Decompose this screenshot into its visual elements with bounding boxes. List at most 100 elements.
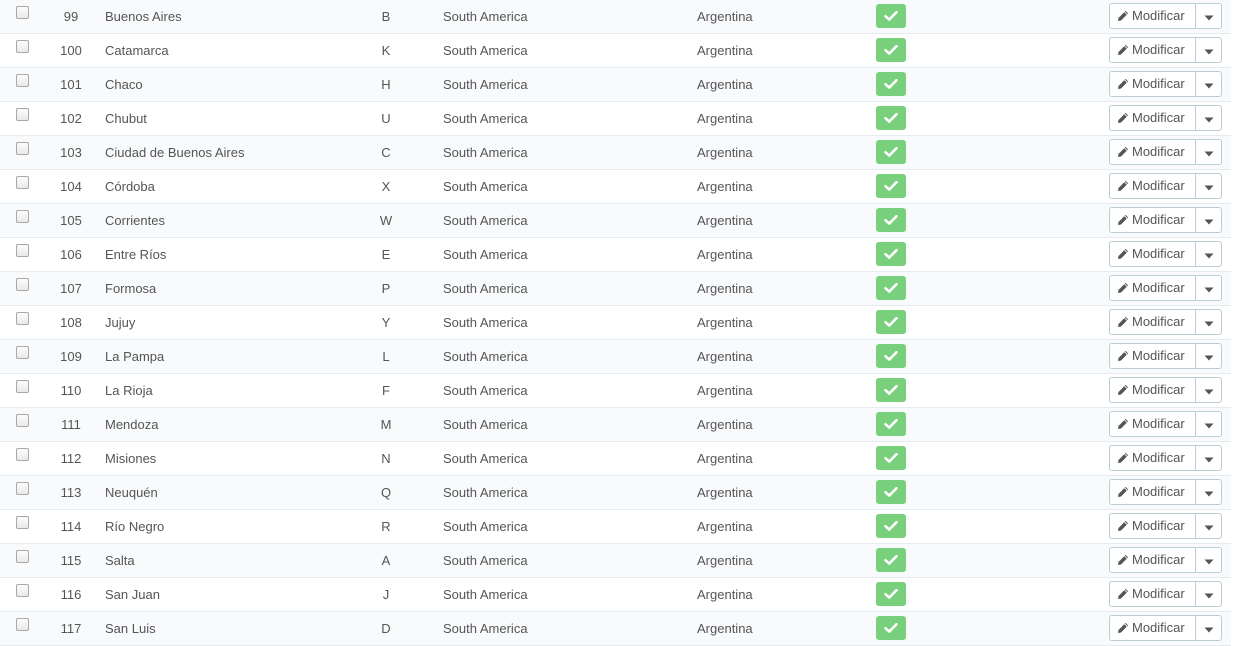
action-button-group: Modificar <box>1109 241 1222 267</box>
edit-button[interactable]: Modificar <box>1109 445 1196 471</box>
row-actions-dropdown[interactable] <box>1195 275 1222 301</box>
row-select[interactable] <box>16 136 30 169</box>
row-select[interactable] <box>16 306 30 339</box>
row-actions-dropdown[interactable] <box>1195 445 1222 471</box>
edit-button[interactable]: Modificar <box>1109 139 1196 165</box>
row-checkbox[interactable] <box>16 482 29 495</box>
edit-button[interactable]: Modificar <box>1109 37 1196 63</box>
status-toggle[interactable] <box>876 616 906 640</box>
edit-button[interactable]: Modificar <box>1109 581 1196 607</box>
status-toggle[interactable] <box>876 242 906 266</box>
row-select[interactable] <box>16 510 30 543</box>
status-toggle[interactable] <box>876 276 906 300</box>
row-select[interactable] <box>16 476 30 509</box>
row-checkbox[interactable] <box>16 210 29 223</box>
row-select[interactable] <box>16 374 30 407</box>
row-checkbox[interactable] <box>16 414 29 427</box>
row-select[interactable] <box>16 408 30 441</box>
row-actions-dropdown[interactable] <box>1195 615 1222 641</box>
pencil-icon <box>1117 180 1129 192</box>
row-select[interactable] <box>16 272 30 305</box>
row-checkbox[interactable] <box>16 618 29 631</box>
row-select[interactable] <box>16 170 30 203</box>
row-actions-dropdown[interactable] <box>1195 37 1222 63</box>
row-actions-dropdown[interactable] <box>1195 3 1222 29</box>
row-checkbox[interactable] <box>16 142 29 155</box>
status-toggle[interactable] <box>876 106 906 130</box>
row-actions-dropdown[interactable] <box>1195 241 1222 267</box>
row-actions-dropdown[interactable] <box>1195 411 1222 437</box>
edit-button[interactable]: Modificar <box>1109 343 1196 369</box>
row-checkbox[interactable] <box>16 40 29 53</box>
status-toggle[interactable] <box>876 514 906 538</box>
status-toggle[interactable] <box>876 174 906 198</box>
status-toggle[interactable] <box>876 344 906 368</box>
edit-button[interactable]: Modificar <box>1109 71 1196 97</box>
status-toggle[interactable] <box>876 310 906 334</box>
row-checkbox[interactable] <box>16 6 29 19</box>
row-actions-dropdown[interactable] <box>1195 71 1222 97</box>
row-select[interactable] <box>16 34 30 67</box>
row-checkbox[interactable] <box>16 584 29 597</box>
row-checkbox[interactable] <box>16 312 29 325</box>
status-toggle[interactable] <box>876 378 906 402</box>
row-checkbox[interactable] <box>16 244 29 257</box>
edit-button[interactable]: Modificar <box>1109 377 1196 403</box>
status-toggle[interactable] <box>876 446 906 470</box>
edit-button[interactable]: Modificar <box>1109 479 1196 505</box>
row-actions-dropdown[interactable] <box>1195 581 1222 607</box>
row-actions-dropdown[interactable] <box>1195 309 1222 335</box>
row-checkbox[interactable] <box>16 550 29 563</box>
edit-button[interactable]: Modificar <box>1109 615 1196 641</box>
state-name: Córdoba <box>105 179 155 194</box>
row-actions-dropdown[interactable] <box>1195 513 1222 539</box>
status-toggle[interactable] <box>876 72 906 96</box>
edit-button[interactable]: Modificar <box>1109 411 1196 437</box>
row-select[interactable] <box>16 68 30 101</box>
status-toggle[interactable] <box>876 480 906 504</box>
status-toggle[interactable] <box>876 412 906 436</box>
row-actions-dropdown[interactable] <box>1195 547 1222 573</box>
edit-button[interactable]: Modificar <box>1109 547 1196 573</box>
row-select[interactable] <box>16 0 30 33</box>
row-actions-dropdown[interactable] <box>1195 343 1222 369</box>
row-select[interactable] <box>16 544 30 577</box>
row-select[interactable] <box>16 204 30 237</box>
row-actions-dropdown[interactable] <box>1195 377 1222 403</box>
edit-button[interactable]: Modificar <box>1109 207 1196 233</box>
row-actions-dropdown[interactable] <box>1195 479 1222 505</box>
edit-button[interactable]: Modificar <box>1109 173 1196 199</box>
row-select[interactable] <box>16 578 30 611</box>
status-toggle[interactable] <box>876 548 906 572</box>
row-actions-dropdown[interactable] <box>1195 207 1222 233</box>
row-checkbox[interactable] <box>16 108 29 121</box>
row-actions-dropdown[interactable] <box>1195 139 1222 165</box>
edit-button[interactable]: Modificar <box>1109 105 1196 131</box>
row-checkbox[interactable] <box>16 516 29 529</box>
row-actions-dropdown[interactable] <box>1195 173 1222 199</box>
row-actions: Modificar <box>1109 34 1223 67</box>
pencil-icon <box>1117 214 1129 226</box>
row-select[interactable] <box>16 102 30 135</box>
row-select[interactable] <box>16 340 30 373</box>
status-toggle[interactable] <box>876 38 906 62</box>
status-toggle[interactable] <box>876 4 906 28</box>
edit-button[interactable]: Modificar <box>1109 241 1196 267</box>
status-toggle[interactable] <box>876 582 906 606</box>
row-select[interactable] <box>16 612 30 645</box>
row-checkbox[interactable] <box>16 176 29 189</box>
row-select[interactable] <box>16 238 30 271</box>
row-checkbox[interactable] <box>16 74 29 87</box>
row-checkbox[interactable] <box>16 346 29 359</box>
edit-button[interactable]: Modificar <box>1109 275 1196 301</box>
edit-button[interactable]: Modificar <box>1109 3 1196 29</box>
edit-button[interactable]: Modificar <box>1109 309 1196 335</box>
row-checkbox[interactable] <box>16 278 29 291</box>
row-select[interactable] <box>16 442 30 475</box>
row-checkbox[interactable] <box>16 448 29 461</box>
row-actions-dropdown[interactable] <box>1195 105 1222 131</box>
row-checkbox[interactable] <box>16 380 29 393</box>
edit-button[interactable]: Modificar <box>1109 513 1196 539</box>
status-toggle[interactable] <box>876 140 906 164</box>
status-toggle[interactable] <box>876 208 906 232</box>
